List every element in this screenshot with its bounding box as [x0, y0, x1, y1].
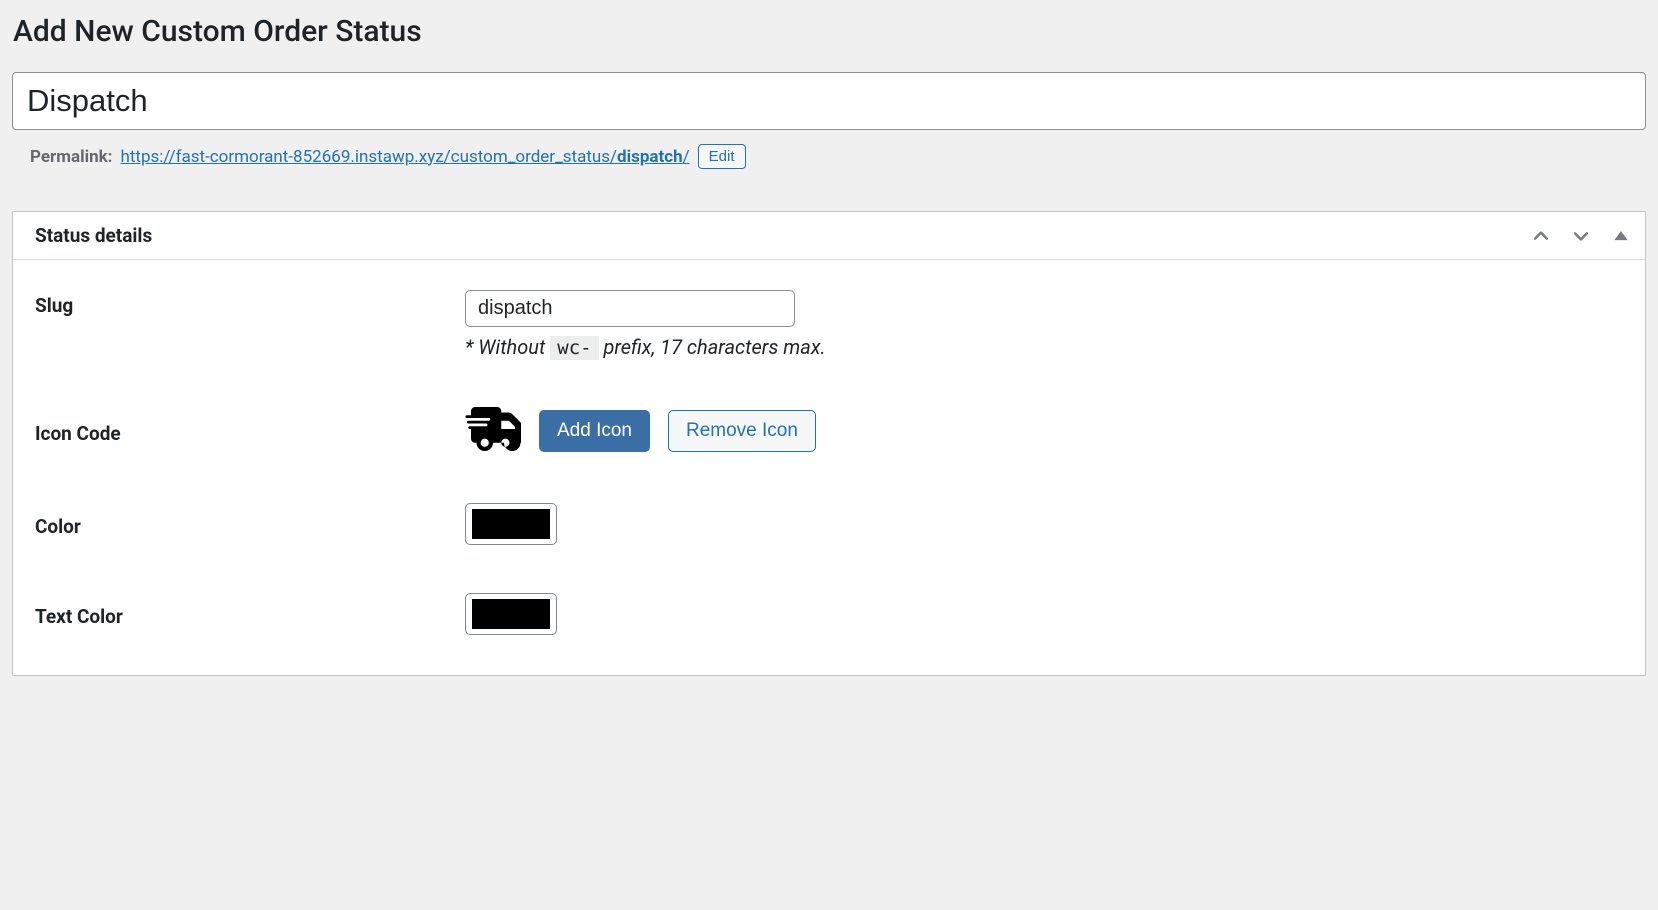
permalink-url[interactable]: https://fast-cormorant-852669.instawp.xy…	[120, 147, 689, 167]
slug-hint-suffix: prefix, 17 characters max.	[599, 335, 826, 359]
text-color-picker[interactable]	[465, 593, 557, 635]
truck-fast-icon	[465, 407, 521, 455]
icon-code-label: Icon Code	[35, 418, 465, 445]
permalink-url-base: https://fast-cormorant-852669.instawp.xy…	[120, 147, 617, 167]
slug-hint: * Without wc- prefix, 17 characters max.	[465, 335, 1623, 359]
color-swatch	[472, 509, 550, 539]
add-icon-button[interactable]: Add Icon	[539, 410, 650, 452]
color-picker[interactable]	[465, 503, 557, 545]
status-details-metabox: Status details Slug * W	[12, 211, 1646, 676]
slug-row: Slug * Without wc- prefix, 17 characters…	[35, 290, 1623, 359]
slug-input[interactable]	[465, 290, 795, 327]
metabox-header: Status details	[13, 212, 1645, 260]
move-down-icon[interactable]	[1571, 226, 1591, 246]
permalink-trail: /	[683, 147, 690, 167]
color-row: Color	[35, 503, 1623, 545]
slug-hint-prefix: * Without	[465, 335, 550, 359]
move-up-icon[interactable]	[1531, 226, 1551, 246]
permalink-slug: dispatch	[617, 147, 683, 167]
slug-hint-code: wc-	[550, 336, 598, 360]
toggle-panel-icon[interactable]	[1611, 226, 1631, 246]
edit-permalink-button[interactable]: Edit	[698, 144, 746, 169]
slug-label: Slug	[35, 290, 465, 317]
permalink-row: Permalink: https://fast-cormorant-852669…	[30, 144, 1646, 169]
text-color-swatch	[472, 599, 550, 629]
remove-icon-button[interactable]: Remove Icon	[668, 410, 816, 452]
metabox-title: Status details	[35, 224, 152, 247]
text-color-label: Text Color	[35, 601, 465, 628]
text-color-row: Text Color	[35, 593, 1623, 635]
color-label: Color	[35, 511, 465, 538]
page-title: Add New Custom Order Status	[13, 14, 1646, 50]
icon-code-row: Icon Code Add Icon Remove Icon	[35, 407, 1623, 455]
post-title-input[interactable]	[12, 72, 1646, 130]
permalink-label: Permalink:	[30, 147, 112, 167]
